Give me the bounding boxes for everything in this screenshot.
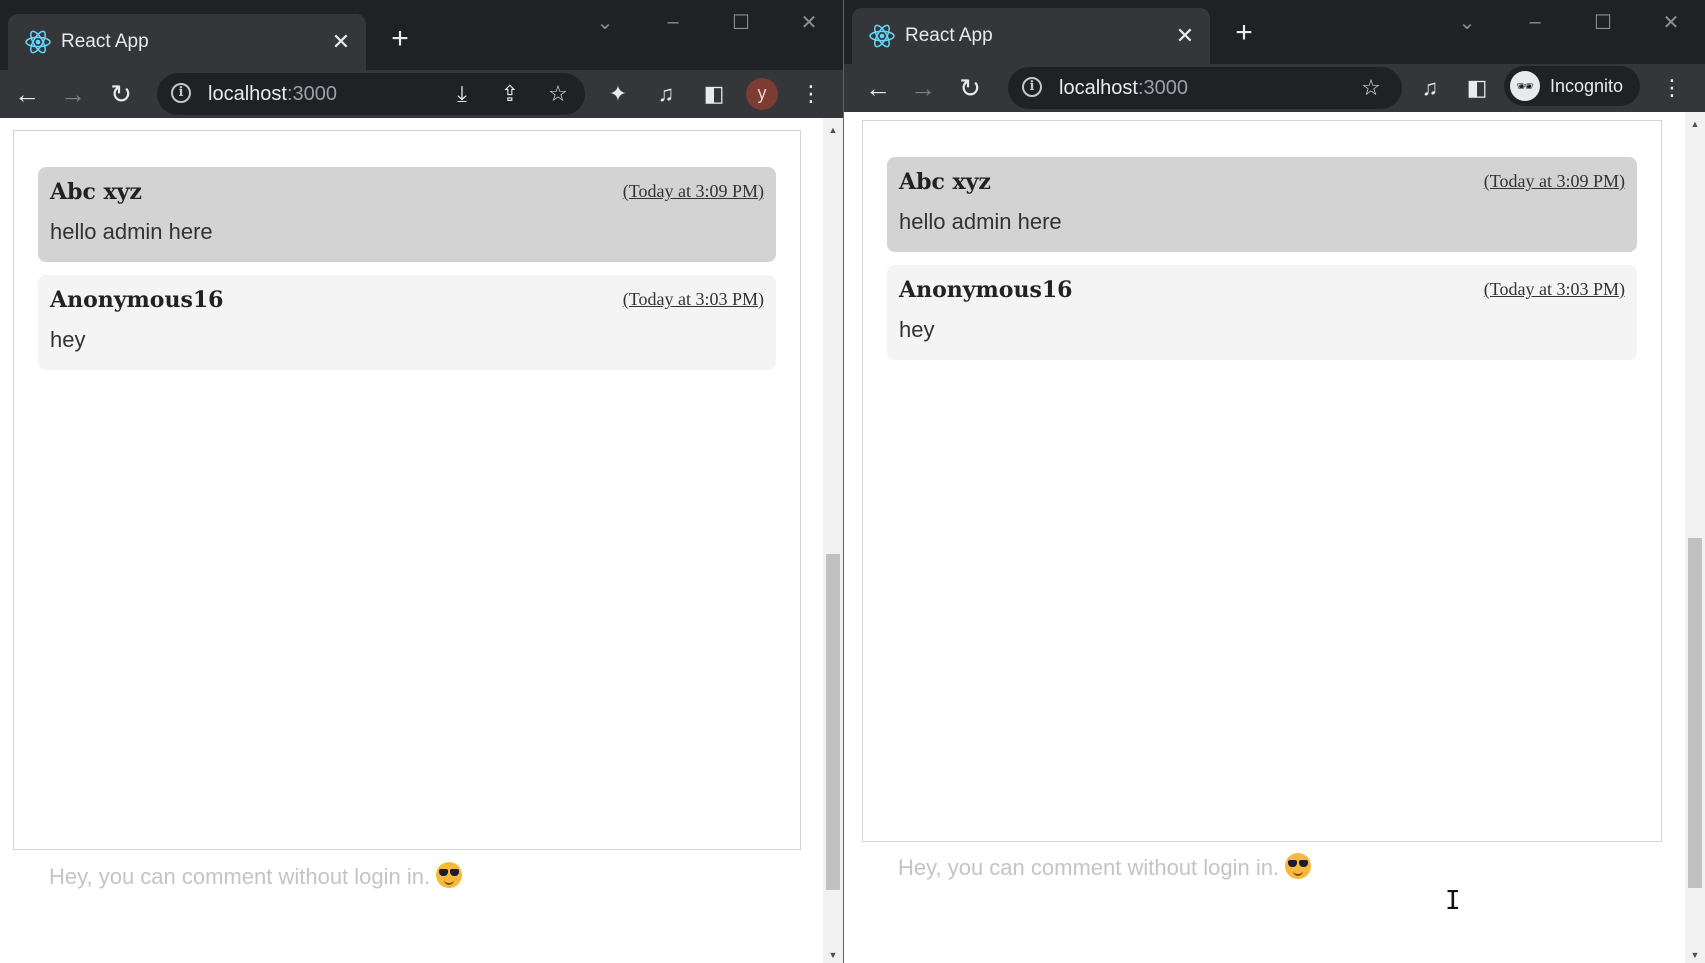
comment-item: Abc xyz (Today at 3:09 PM) hello admin h…	[38, 167, 776, 262]
url-text[interactable]: localhost:3000	[1059, 67, 1188, 109]
site-info-icon[interactable]: i	[171, 83, 191, 103]
comment-text: hello admin here	[50, 219, 213, 244]
comments-list: Abc xyz (Today at 3:09 PM) hello admin h…	[862, 120, 1662, 842]
maximize-icon[interactable]: ☐	[1569, 0, 1637, 44]
page-viewport: Abc xyz (Today at 3:09 PM) hello admin h…	[0, 118, 843, 963]
comment-timestamp-link[interactable]: (Today at 3:03 PM)	[1484, 279, 1625, 300]
comment-timestamp-link[interactable]: (Today at 3:09 PM)	[623, 181, 764, 202]
browser-toolbar: ← → ↻ i localhost:3000 ⤓ ⇪ ☆ ✦ ♫ ◧ y ⋮	[0, 70, 843, 118]
tab-close-icon[interactable]: ✕	[1170, 21, 1200, 51]
tab-strip: React App ✕ + ⌄ – ☐ ✕	[844, 0, 1705, 70]
comment-timestamp-link[interactable]: (Today at 3:03 PM)	[623, 289, 764, 310]
back-icon[interactable]: ←	[9, 76, 45, 112]
incognito-profile-button[interactable]: 🕶 Incognito	[1504, 66, 1640, 106]
react-logo-icon	[25, 30, 51, 54]
comment-timestamp-link[interactable]: (Today at 3:09 PM)	[1484, 171, 1625, 192]
tab-react-app[interactable]: React App ✕	[8, 14, 366, 70]
comment-text: hey	[899, 317, 935, 342]
tab-search-icon[interactable]: ⌄	[571, 0, 639, 44]
bookmark-star-icon[interactable]: ☆	[543, 79, 573, 109]
scroll-down-arrow-icon[interactable]: ▼	[823, 947, 843, 963]
comment-text: hello admin here	[899, 209, 1062, 234]
tab-close-icon[interactable]: ✕	[326, 27, 356, 57]
comment-input-placeholder: Hey, you can comment without login in.	[49, 864, 431, 889]
share-icon[interactable]: ⇪	[495, 79, 525, 109]
new-tab-button[interactable]: +	[383, 22, 417, 56]
reload-icon[interactable]: ↻	[952, 70, 988, 106]
comment-text: hey	[50, 327, 86, 352]
page-scrollbar[interactable]: ▲ ▼	[1685, 112, 1705, 963]
comment-input[interactable]: Hey, you can comment without login in.	[49, 862, 463, 890]
minimize-icon[interactable]: –	[1501, 0, 1569, 44]
tab-search-icon[interactable]: ⌄	[1433, 0, 1501, 44]
back-icon[interactable]: ←	[860, 70, 896, 106]
tab-title: React App	[905, 25, 993, 46]
comment-author: Anonymous16	[50, 287, 224, 313]
incognito-icon: 🕶	[1510, 71, 1540, 101]
comments-list: Abc xyz (Today at 3:09 PM) hello admin h…	[13, 130, 801, 850]
forward-icon[interactable]: →	[905, 70, 941, 106]
browser-window-left: React App ✕ + ⌄ – ☐ ✕ ← → ↻ i localhost:…	[0, 0, 843, 963]
page-scrollbar[interactable]: ▲ ▼	[823, 118, 843, 963]
scroll-up-arrow-icon[interactable]: ▲	[1685, 116, 1705, 132]
sunglasses-emoji-icon	[436, 862, 463, 888]
profile-avatar[interactable]: y	[746, 78, 778, 110]
comment-input-placeholder: Hey, you can comment without login in.	[898, 855, 1280, 880]
scroll-down-arrow-icon[interactable]: ▼	[1685, 947, 1705, 963]
extensions-icon[interactable]: ✦	[600, 76, 636, 112]
menu-icon[interactable]: ⋮	[793, 76, 829, 112]
site-info-icon[interactable]: i	[1022, 77, 1042, 97]
tab-react-app[interactable]: React App ✕	[852, 8, 1210, 64]
minimize-icon[interactable]: –	[639, 0, 707, 44]
comment-item: Anonymous16 (Today at 3:03 PM) hey	[887, 265, 1637, 360]
close-window-icon[interactable]: ✕	[1637, 0, 1705, 44]
text-cursor-icon: I	[1445, 886, 1461, 916]
browser-toolbar: ← → ↻ i localhost:3000 ☆ ♫ ◧ 🕶 Incognito…	[844, 64, 1705, 112]
scroll-thumb[interactable]	[1688, 538, 1702, 888]
close-window-icon[interactable]: ✕	[775, 0, 843, 44]
reload-icon[interactable]: ↻	[103, 76, 139, 112]
maximize-icon[interactable]: ☐	[707, 0, 775, 44]
react-logo-icon	[869, 24, 895, 48]
tab-title: React App	[61, 31, 149, 52]
tab-strip: React App ✕ + ⌄ – ☐ ✕	[0, 0, 843, 70]
bookmark-star-icon[interactable]: ☆	[1356, 73, 1386, 103]
media-controls-icon[interactable]: ♫	[1412, 70, 1448, 106]
side-panel-icon[interactable]: ◧	[1459, 70, 1495, 106]
forward-icon[interactable]: →	[55, 76, 91, 112]
scroll-up-arrow-icon[interactable]: ▲	[823, 122, 843, 138]
page-viewport: Abc xyz (Today at 3:09 PM) hello admin h…	[844, 112, 1705, 963]
comment-input[interactable]: Hey, you can comment without login in.	[898, 853, 1312, 881]
incognito-label: Incognito	[1550, 76, 1624, 96]
sunglasses-emoji-icon	[1285, 853, 1312, 879]
menu-icon[interactable]: ⋮	[1654, 70, 1690, 106]
comment-item: Abc xyz (Today at 3:09 PM) hello admin h…	[887, 157, 1637, 252]
side-panel-icon[interactable]: ◧	[696, 76, 732, 112]
comment-author: Abc xyz	[50, 179, 142, 205]
browser-window-right-incognito: React App ✕ + ⌄ – ☐ ✕ ← → ↻ i localhost:…	[843, 0, 1705, 963]
address-bar[interactable]: i localhost:3000 ⤓ ⇪ ☆	[157, 73, 585, 115]
url-text[interactable]: localhost:3000	[208, 73, 337, 115]
window-controls: ⌄ – ☐ ✕	[571, 0, 843, 44]
comment-item: Anonymous16 (Today at 3:03 PM) hey	[38, 275, 776, 370]
install-app-icon[interactable]: ⤓	[447, 79, 477, 109]
comment-author: Anonymous16	[899, 277, 1073, 303]
window-controls: ⌄ – ☐ ✕	[1433, 0, 1705, 44]
address-bar[interactable]: i localhost:3000 ☆	[1008, 67, 1402, 109]
scroll-thumb[interactable]	[826, 554, 840, 890]
new-tab-button[interactable]: +	[1227, 16, 1261, 50]
media-controls-icon[interactable]: ♫	[648, 76, 684, 112]
comment-author: Abc xyz	[899, 169, 991, 195]
